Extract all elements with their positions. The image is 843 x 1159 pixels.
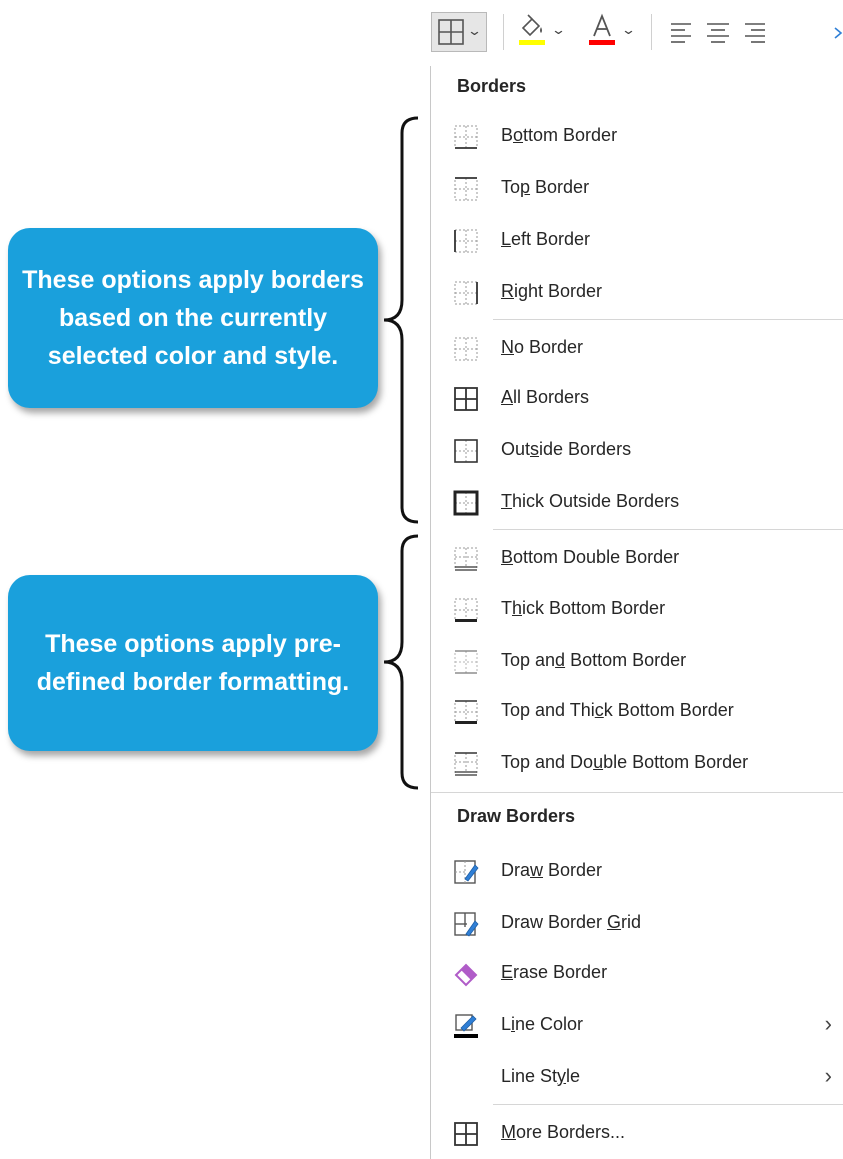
- menu-item-label: No Border: [501, 337, 584, 357]
- menu-item-line-style[interactable]: Line Style ›: [431, 1055, 843, 1099]
- menu-item-top-and-thick-bottom-border[interactable]: Top and Thick Bottom Border: [431, 689, 843, 733]
- menu-item-label: Erase Border: [501, 962, 608, 982]
- thick-outside-borders-icon: [453, 490, 479, 516]
- align-right-icon[interactable]: [743, 22, 765, 44]
- menu-item-line-color[interactable]: Line Color ›: [431, 1003, 843, 1047]
- menu-separator: [431, 792, 843, 793]
- menu-item-label: Draw Border: [501, 860, 603, 880]
- fill-color-button[interactable]: ⌄: [517, 10, 567, 54]
- menu-item-label: Thick Bottom Border: [501, 598, 666, 618]
- bottom-double-border-icon: [454, 547, 478, 571]
- menu-item-outside-borders[interactable]: Outside Borders: [431, 428, 843, 472]
- indent-icon[interactable]: [833, 22, 843, 44]
- thick-bottom-border-icon: [454, 598, 478, 622]
- menu-item-bottom-double-border[interactable]: Bottom Double Border: [431, 536, 843, 580]
- brace-icon: [383, 534, 419, 790]
- more-borders-icon: [454, 1122, 478, 1146]
- borders-section-title: Borders: [457, 76, 527, 96]
- right-border-icon: [454, 281, 478, 305]
- menu-item-no-border[interactable]: No Border: [431, 326, 843, 370]
- chevron-down-icon: ⌄: [466, 23, 483, 38]
- align-left-icon[interactable]: [671, 22, 693, 44]
- top-and-bottom-border-icon: [454, 650, 478, 674]
- menu-item-label: Top Border: [501, 177, 590, 197]
- menu-item-label: Top and Thick Bottom Border: [501, 700, 734, 720]
- borders-dropdown-menu: Borders Bottom Border Top Border Left Bo…: [430, 66, 843, 1159]
- menu-item-thick-bottom-border[interactable]: Thick Bottom Border: [431, 587, 843, 631]
- chevron-down-icon: ⌄: [620, 22, 637, 37]
- menu-item-label: Outside Borders: [501, 439, 632, 459]
- draw-border-icon: [454, 860, 479, 884]
- menu-item-draw-border-grid[interactable]: Draw Border Grid: [431, 901, 843, 945]
- menu-item-label: Top and Double Bottom Border: [501, 752, 749, 772]
- submenu-arrow-icon: ›: [824, 1011, 832, 1036]
- borders-icon: [438, 19, 464, 45]
- draw-borders-section-title: Draw Borders: [457, 806, 576, 826]
- borders-dropdown-button[interactable]: ⌄: [431, 12, 487, 52]
- menu-item-label: All Borders: [501, 387, 590, 407]
- bottom-border-icon: [454, 125, 478, 149]
- all-borders-icon: [454, 387, 478, 411]
- no-border-icon: [454, 337, 478, 361]
- menu-item-left-border[interactable]: Left Border: [431, 218, 843, 262]
- menu-item-label: Thick Outside Borders: [501, 491, 680, 511]
- menu-separator: [493, 1104, 843, 1105]
- menu-item-top-and-double-bottom-border[interactable]: Top and Double Bottom Border: [431, 741, 843, 785]
- menu-item-more-borders[interactable]: More Borders...: [431, 1111, 843, 1155]
- font-color-button[interactable]: ⌄: [587, 10, 637, 54]
- menu-separator: [493, 319, 843, 320]
- draw-border-grid-icon: [454, 912, 479, 937]
- eraser-icon: [454, 963, 478, 987]
- menu-item-top-border[interactable]: Top Border: [431, 166, 843, 210]
- menu-item-top-and-bottom-border[interactable]: Top and Bottom Border: [431, 639, 843, 683]
- toolbar-divider: [651, 14, 652, 50]
- outside-borders-icon: [454, 439, 478, 463]
- font-color-icon: [589, 13, 615, 45]
- menu-item-right-border[interactable]: Right Border: [431, 270, 843, 314]
- menu-separator: [493, 529, 843, 530]
- callout-color-style-options: These options apply borders based on the…: [8, 228, 378, 408]
- brace-icon: [383, 116, 419, 524]
- top-and-double-bottom-border-icon: [454, 752, 478, 776]
- menu-item-label: Top and Bottom Border: [501, 650, 687, 670]
- menu-item-bottom-border[interactable]: Bottom Border: [431, 114, 843, 158]
- menu-item-label: Bottom Border: [501, 125, 618, 145]
- callout-predefined-options: These options apply pre-defined border f…: [8, 575, 378, 751]
- top-border-icon: [454, 177, 478, 201]
- toolbar-divider: [503, 14, 504, 50]
- menu-item-label: Line Color: [501, 1014, 584, 1034]
- menu-item-label: Left Border: [501, 229, 591, 249]
- chevron-down-icon: ⌄: [550, 22, 567, 37]
- align-center-icon[interactable]: [707, 22, 729, 44]
- submenu-arrow-icon: ›: [824, 1063, 832, 1088]
- menu-item-erase-border[interactable]: Erase Border: [431, 951, 843, 995]
- top-and-thick-bottom-border-icon: [454, 700, 478, 724]
- ribbon-toolbar: ⌄ ⌄ ⌄: [425, 0, 843, 66]
- menu-item-label: Draw Border Grid: [501, 912, 642, 932]
- menu-item-label: Line Style: [501, 1066, 581, 1086]
- menu-item-label: More Borders...: [501, 1122, 626, 1142]
- menu-item-all-borders[interactable]: All Borders: [431, 376, 843, 420]
- menu-item-label: Bottom Double Border: [501, 547, 680, 567]
- menu-item-thick-outside-borders[interactable]: Thick Outside Borders: [431, 480, 843, 524]
- menu-item-draw-border[interactable]: Draw Border: [431, 849, 843, 893]
- line-color-icon: [454, 1014, 478, 1038]
- menu-item-label: Right Border: [501, 281, 603, 301]
- paint-bucket-icon: [519, 14, 545, 45]
- left-border-icon: [454, 229, 478, 253]
